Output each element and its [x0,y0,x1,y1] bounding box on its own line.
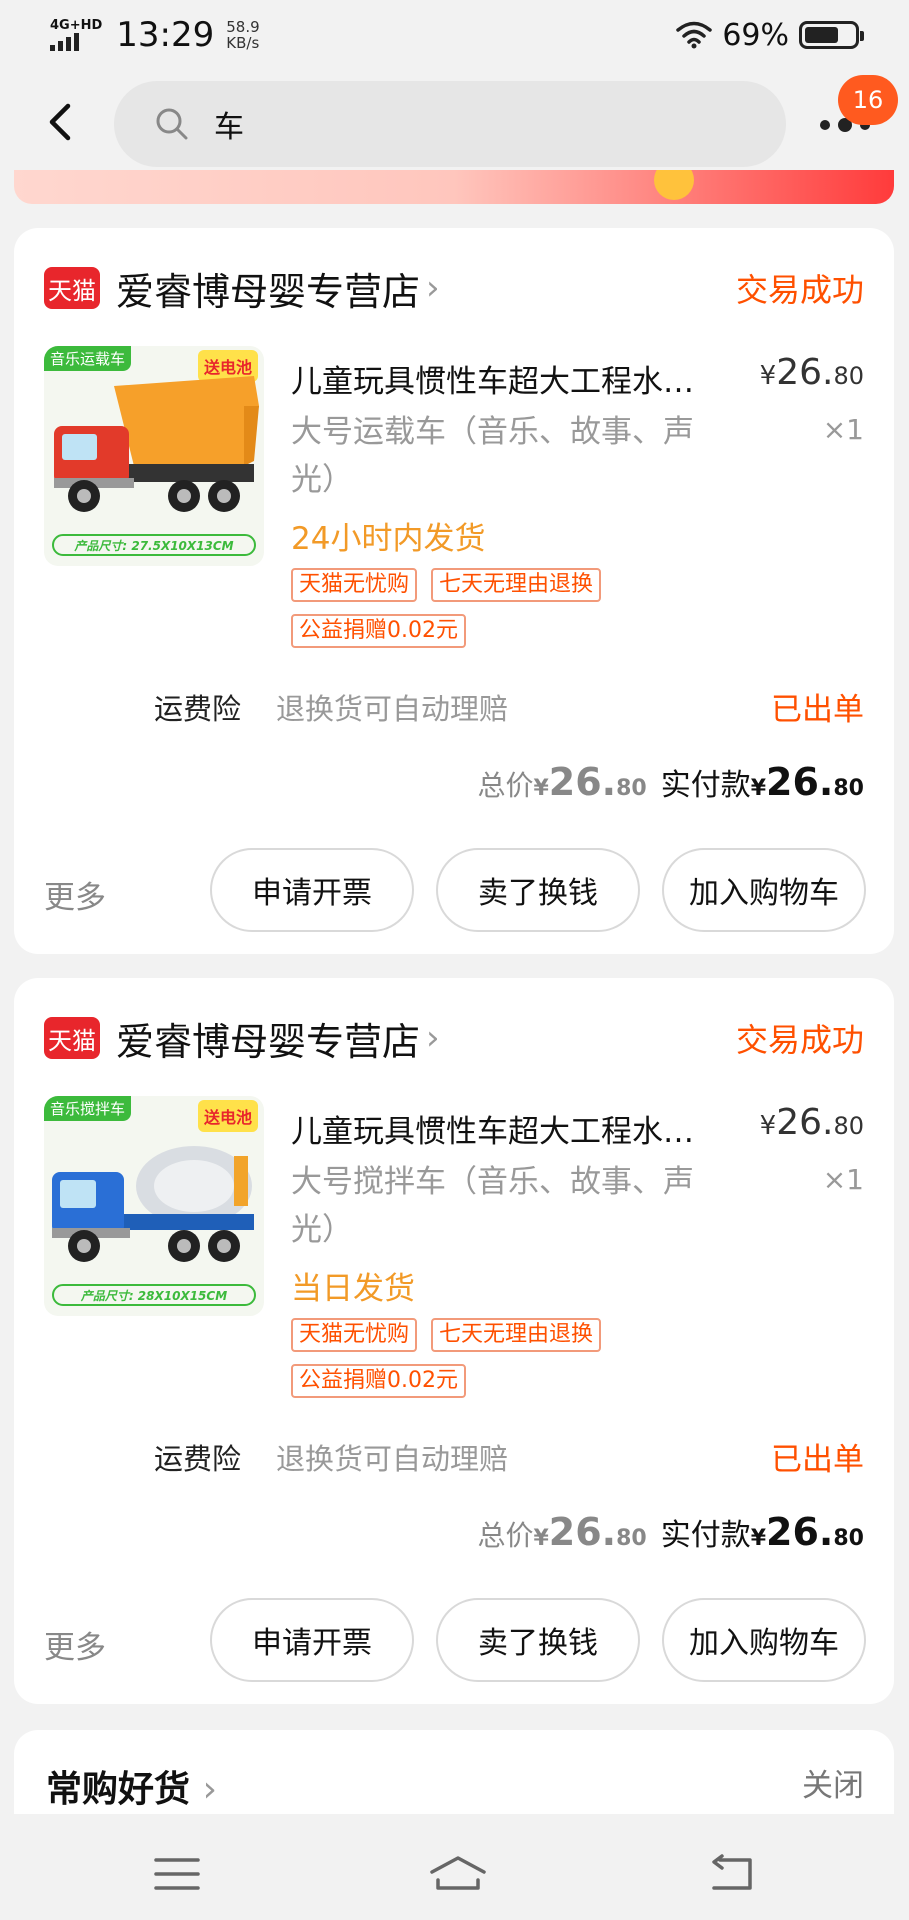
unit-price: ¥26.80 [759,352,864,393]
signal-indicator: 4G+HD [50,19,102,51]
battery-fill [805,27,839,43]
insurance-status[interactable]: 已出单 [771,1434,864,1479]
chevron-right-icon: › [426,1018,440,1058]
service-badge: 七天无理由退换 [431,1318,602,1352]
battery-icon [799,21,864,49]
insurance-desc: 退换货可自动理赔 [276,692,509,726]
search-header: 16 [0,70,909,170]
add-to-cart-button[interactable]: 加入购物车 [662,848,866,932]
insurance-label: 运费险 [154,1442,242,1476]
service-badge: 公益捐赠0.02元 [291,614,466,648]
more-actions-link[interactable]: 更多 [44,872,106,917]
paid-label: 实付款 [660,768,751,803]
mixer-truck-image [52,1146,254,1262]
invoice-button[interactable]: 申请开票 [210,1598,414,1682]
search-icon [156,108,188,140]
wifi-icon [676,21,713,49]
store-name[interactable]: 爱睿博母婴专营店 [116,261,420,316]
tmall-logo: 天猫 [44,267,100,309]
service-badges: 天猫无忧购 七天无理由退换 公益捐赠0.02元 [291,1318,691,1398]
tmall-logo: 天猫 [44,1017,100,1059]
resell-button[interactable]: 卖了换钱 [436,848,640,932]
clock: 13:29 [116,15,215,55]
total-label: 总价 [477,769,534,802]
insurance-label: 运费险 [154,692,242,726]
store-header[interactable]: 天猫 爱睿博母婴专营店 › 交易成功 [44,1008,864,1068]
network-speed: 58.9 KB/s [226,19,259,51]
quantity: ×1 [822,413,864,446]
shipping-time: 24小时内发货 [291,521,486,557]
order-card: 天猫 爱睿博母婴专营店 › 交易成功 音乐运载车 送电池 产品尺寸: 27.5X… [14,228,894,954]
battery-percent: 69% [722,17,789,53]
insurance-status[interactable]: 已出单 [771,684,864,729]
notification-badge: 16 [838,75,898,125]
resell-button[interactable]: 卖了换钱 [436,1598,640,1682]
store-name[interactable]: 爱睿博母婴专营店 [116,1011,420,1066]
order-status: 交易成功 [735,1021,864,1059]
product-thumbnail[interactable]: 音乐运载车 送电池 产品尺寸: 27.5X10X13CM [44,346,264,566]
thumb-size: 产品尺寸: 27.5X10X13CM [52,534,256,556]
network-type: 4G+HD [50,18,103,33]
service-badges: 天猫无忧购 七天无理由退换 公益捐赠0.02元 [291,568,691,648]
order-card: 天猫 爱睿博母婴专营店 › 交易成功 音乐搅拌车 送电池 产品尺寸: 28X10… [14,978,894,1704]
dump-truck-image [54,376,259,512]
product-sku: 大号搅拌车（音乐、故事、声光） [291,1164,694,1248]
system-nav-bar [0,1814,909,1920]
service-badge: 公益捐赠0.02元 [291,1364,466,1398]
recommend-title[interactable]: 常购好货 › [46,1760,217,1812]
chevron-right-icon: › [426,268,440,308]
network-speed-unit: KB/s [226,34,260,52]
paid-label: 实付款 [660,1518,751,1553]
add-to-cart-button[interactable]: 加入购物车 [662,1598,866,1682]
thumb-size: 产品尺寸: 28X10X15CM [52,1284,256,1306]
product-thumbnail[interactable]: 音乐搅拌车 送电池 产品尺寸: 28X10X15CM [44,1096,264,1316]
menu-icon[interactable] [152,1854,202,1894]
signal-icon [50,33,79,51]
promo-banner[interactable] [14,170,894,204]
store-header[interactable]: 天猫 爱睿博母婴专营店 › 交易成功 [44,258,864,318]
total-label: 总价 [477,1519,534,1552]
home-icon[interactable] [428,1854,488,1894]
unit-price: ¥26.80 [759,1102,864,1143]
search-input[interactable] [214,106,634,142]
coin-icon [654,170,694,200]
service-badge: 天猫无忧购 [291,1318,418,1352]
status-right: 69% [676,17,864,53]
insurance-desc: 退换货可自动理赔 [276,1442,509,1476]
close-button[interactable]: 关闭 [802,1760,864,1805]
order-status: 交易成功 [735,271,864,309]
product-title[interactable]: 儿童玩具惯性车超大工程水… [291,356,751,401]
invoice-button[interactable]: 申请开票 [210,848,414,932]
chevron-right-icon: › [202,1769,217,1810]
service-badge: 七天无理由退换 [431,568,602,602]
status-bar: 4G+HD 13:29 58.9 KB/s 69% [0,0,909,70]
product-title[interactable]: 儿童玩具惯性车超大工程水… [291,1106,751,1151]
search-box[interactable] [114,81,786,167]
more-actions-link[interactable]: 更多 [44,1622,106,1667]
back-icon[interactable] [706,1854,756,1894]
order-totals: 总价 ¥ 26. 80 实付款 ¥ 26. 80 [477,760,864,804]
order-totals: 总价 ¥ 26. 80 实付款 ¥ 26. 80 [477,1510,864,1554]
product-sku: 大号运载车（音乐、故事、声光） [291,414,694,498]
chevron-left-icon[interactable] [40,100,80,144]
quantity: ×1 [822,1163,864,1196]
network-speed-value: 58.9 [226,18,260,36]
shipping-time: 当日发货 [291,1271,415,1307]
service-badge: 天猫无忧购 [291,568,418,602]
